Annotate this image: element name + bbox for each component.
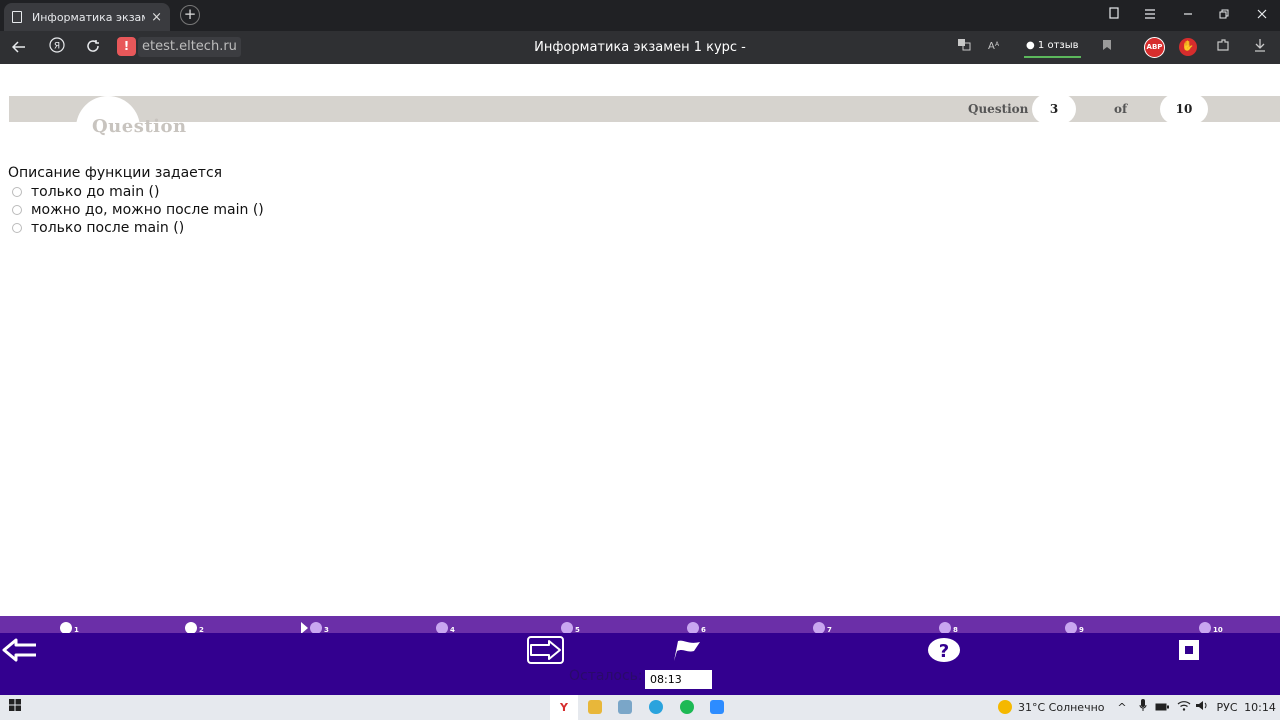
browser-tab[interactable]: Информатика экзамен × bbox=[4, 3, 170, 31]
reviews-button[interactable]: ● 1 отзыв bbox=[1024, 36, 1081, 58]
restore-icon[interactable] bbox=[1206, 0, 1242, 31]
answer-option-label: только до main () bbox=[31, 184, 160, 200]
of-label: of bbox=[1114, 102, 1128, 116]
yandex-icon[interactable]: Я bbox=[42, 31, 72, 64]
language-indicator[interactable]: РУС bbox=[1214, 695, 1240, 720]
question-logo: Question bbox=[76, 96, 206, 140]
countdown-timer: 08:13 bbox=[645, 670, 712, 689]
telegram-icon[interactable] bbox=[649, 700, 663, 714]
current-question-marker-icon bbox=[301, 622, 308, 633]
spotify-icon[interactable] bbox=[680, 700, 694, 714]
chevron-up-icon[interactable]: ^ bbox=[1114, 695, 1130, 720]
nav-dot-6[interactable] bbox=[687, 622, 699, 633]
address-bar: Я ! etest.eltech.ru Информатика экзамен … bbox=[0, 31, 1280, 64]
translate-icon[interactable] bbox=[955, 38, 973, 57]
close-window-icon[interactable] bbox=[1244, 0, 1280, 31]
nav-number-6: 6 bbox=[701, 626, 706, 633]
finish-test-button[interactable] bbox=[1178, 639, 1200, 661]
flag-icon bbox=[674, 640, 700, 661]
svg-text:Я: Я bbox=[54, 42, 60, 52]
nav-number-4: 4 bbox=[450, 626, 455, 633]
stop-hand-icon[interactable]: ✋ bbox=[1179, 38, 1197, 56]
arrow-right-icon bbox=[527, 636, 564, 664]
answer-option[interactable]: только после main () bbox=[12, 219, 184, 237]
svg-text:A: A bbox=[988, 41, 995, 51]
collections-icon[interactable] bbox=[1096, 0, 1132, 31]
help-button[interactable]: ? bbox=[927, 637, 961, 663]
nav-dot-8[interactable] bbox=[939, 622, 951, 633]
nav-number-8: 8 bbox=[953, 626, 958, 633]
nav-dot-10[interactable] bbox=[1199, 622, 1211, 633]
microphone-icon[interactable] bbox=[1136, 695, 1150, 720]
adblock-icon[interactable]: ABP bbox=[1144, 37, 1165, 58]
test-toolbar bbox=[0, 633, 1280, 695]
browser-tab-bar: Информатика экзамен × + bbox=[0, 0, 1280, 31]
time-remaining-label: Осталось: bbox=[569, 668, 643, 684]
nav-dot-4[interactable] bbox=[436, 622, 448, 633]
radio-button[interactable] bbox=[12, 205, 22, 215]
tab-close-icon[interactable]: × bbox=[151, 10, 162, 25]
taskbar: Y 31°C Солнечно ^ РУС 10:14 bbox=[0, 695, 1280, 720]
app-icon[interactable] bbox=[618, 700, 632, 714]
download-icon[interactable] bbox=[1252, 38, 1268, 57]
nav-number-9: 9 bbox=[1079, 626, 1084, 633]
nav-dot-1[interactable] bbox=[60, 622, 72, 633]
clock[interactable]: 10:14 bbox=[1244, 695, 1276, 720]
new-tab-button[interactable]: + bbox=[180, 5, 200, 25]
question-navigator: 1 2 3 4 5 6 7 8 9 10 bbox=[0, 616, 1280, 633]
radio-button[interactable] bbox=[12, 223, 22, 233]
yandex-browser-app-icon[interactable]: Y bbox=[550, 695, 578, 720]
nav-number-5: 5 bbox=[575, 626, 580, 633]
nav-number-7: 7 bbox=[827, 626, 832, 633]
bookmark-icon[interactable] bbox=[1100, 38, 1114, 57]
current-question-number: 3 bbox=[1032, 94, 1076, 124]
nav-dot-7[interactable] bbox=[813, 622, 825, 633]
nav-dot-5[interactable] bbox=[561, 622, 573, 633]
windows-start-icon[interactable] bbox=[0, 695, 30, 720]
arrow-left-icon bbox=[2, 638, 36, 662]
nav-dot-2[interactable] bbox=[185, 622, 197, 633]
nav-number-1: 1 bbox=[74, 626, 79, 633]
back-icon[interactable] bbox=[4, 31, 34, 64]
extensions-icon[interactable] bbox=[1214, 38, 1232, 57]
svg-text:?: ? bbox=[939, 641, 949, 662]
nav-number-3: 3 bbox=[324, 626, 329, 633]
nav-number-10: 10 bbox=[1213, 626, 1223, 633]
reload-icon[interactable] bbox=[78, 31, 108, 64]
answer-option-label: можно до, можно после main () bbox=[31, 202, 264, 218]
answer-option[interactable]: только до main () bbox=[12, 183, 159, 201]
volume-icon[interactable] bbox=[1194, 695, 1210, 720]
nav-dot-3[interactable] bbox=[310, 622, 322, 633]
nav-dot-9[interactable] bbox=[1065, 622, 1077, 633]
question-logo-text: Question bbox=[92, 116, 187, 137]
document-icon bbox=[12, 11, 22, 23]
zoom-icon[interactable] bbox=[710, 700, 724, 714]
nav-number-2: 2 bbox=[199, 626, 204, 633]
minimize-icon[interactable] bbox=[1170, 0, 1206, 31]
menu-icon[interactable] bbox=[1132, 0, 1168, 31]
weather-text[interactable]: 31°C Солнечно bbox=[1018, 695, 1114, 720]
wifi-icon[interactable] bbox=[1176, 695, 1192, 720]
security-warning-icon[interactable]: ! bbox=[117, 37, 136, 56]
radio-button[interactable] bbox=[12, 187, 22, 197]
battery-icon[interactable] bbox=[1154, 695, 1170, 720]
answer-option-label: только после main () bbox=[31, 220, 185, 236]
question-text: Описание функции задается bbox=[8, 165, 223, 181]
previous-question-button[interactable] bbox=[2, 637, 38, 663]
reader-icon[interactable]: AA bbox=[985, 38, 1003, 57]
answer-option[interactable]: можно до, можно после main () bbox=[12, 201, 264, 219]
sun-weather-icon bbox=[998, 700, 1012, 714]
tab-title: Информатика экзамен bbox=[32, 10, 145, 24]
stop-square-icon bbox=[1179, 640, 1199, 660]
flag-question-button[interactable] bbox=[670, 637, 702, 663]
reviews-label: 1 отзыв bbox=[1037, 40, 1079, 51]
question-label: Question bbox=[968, 102, 1029, 116]
url-field[interactable]: etest.eltech.ru bbox=[138, 37, 241, 57]
question-mark-icon: ? bbox=[928, 638, 960, 662]
svg-text:A: A bbox=[995, 41, 1000, 48]
total-questions: 10 bbox=[1160, 94, 1208, 124]
file-explorer-icon[interactable] bbox=[588, 700, 602, 714]
comment-icon: ● bbox=[1026, 40, 1035, 51]
next-question-button[interactable] bbox=[527, 636, 564, 664]
